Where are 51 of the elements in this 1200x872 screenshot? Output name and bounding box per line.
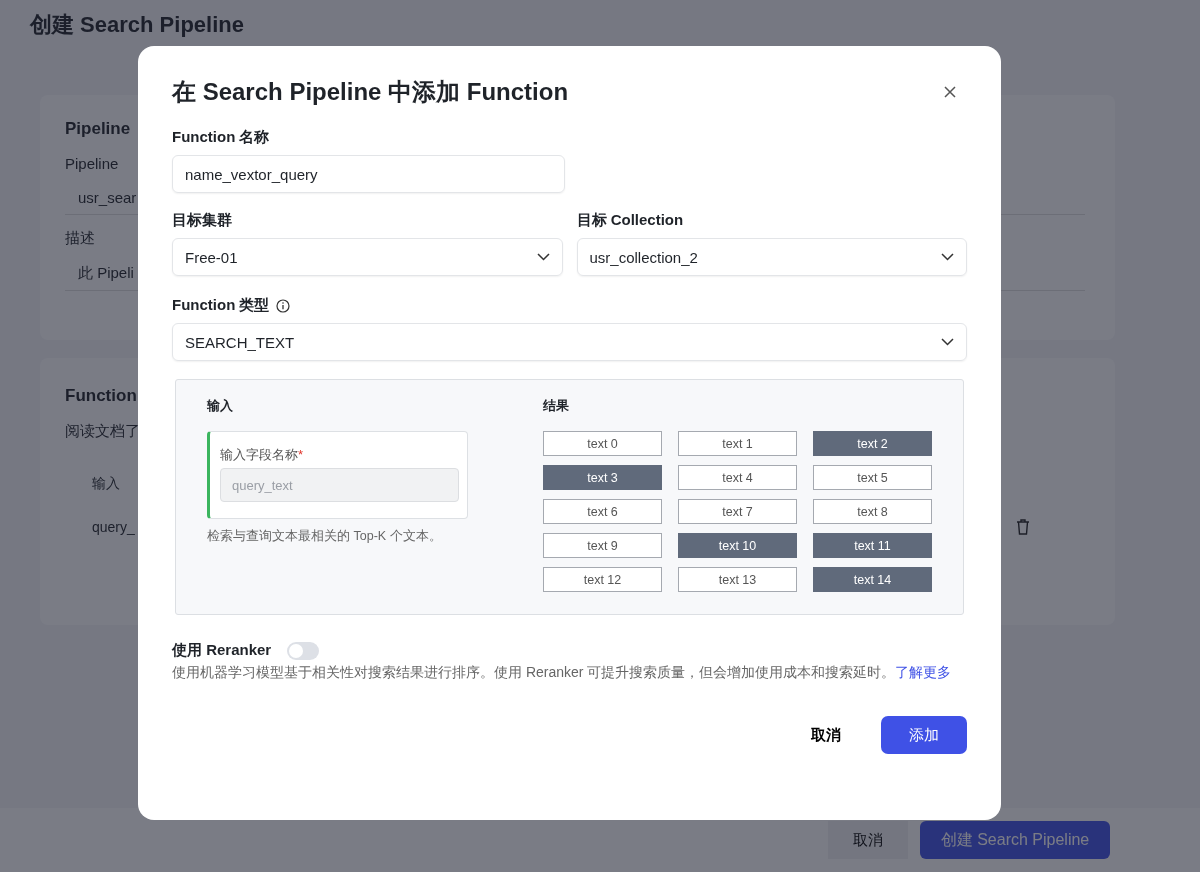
chevron-icon (941, 253, 954, 261)
result-chip[interactable]: text 11 (813, 533, 932, 558)
name-field[interactable]: name_vextor_query (172, 155, 565, 193)
result-chip[interactable]: text 7 (678, 499, 797, 524)
table-cell: query_ (92, 519, 135, 535)
reranker-label: 使用 Reranker (172, 641, 272, 660)
input-field[interactable]: query_text (220, 468, 459, 502)
delete-icon[interactable] (1016, 519, 1030, 535)
field-label: Pipeline (65, 155, 119, 172)
result-chip[interactable]: text 12 (543, 567, 662, 592)
result-chip[interactable]: text 1 (678, 431, 797, 456)
field-label: 目标 Collection (576, 211, 685, 230)
panel-title: 结果 (543, 397, 570, 415)
result-chip[interactable]: text 0 (543, 431, 662, 456)
dialog-title: 在 Search Pipeline 中添加 Function (172, 77, 569, 107)
hint-text: 检索与查询文本最相关的 Top-K 个文本。 (207, 528, 443, 545)
section-title: Function (65, 386, 137, 406)
result-chip[interactable]: text 14 (813, 567, 932, 592)
result-chip[interactable]: text 3 (543, 465, 662, 490)
section-title: Pipeline (65, 119, 131, 139)
result-chip[interactable]: text 13 (678, 567, 797, 592)
column-header: 输入 (92, 475, 120, 491)
chevron-icon (941, 338, 954, 346)
cancel-button[interactable]: 取消 (828, 821, 908, 859)
page-title: 创建 Search Pipeline (30, 11, 245, 39)
cluster-select[interactable]: Free-01 (172, 238, 563, 276)
result-chip[interactable]: text 9 (543, 533, 662, 558)
field-label: 目标集群 (172, 211, 233, 230)
result-chip[interactable]: text 5 (813, 465, 932, 490)
result-chip[interactable]: text 10 (678, 533, 797, 558)
result-chip[interactable]: text 4 (678, 465, 797, 490)
learn-more-link[interactable]: 了解更多 (895, 664, 952, 680)
result-chip[interactable]: text 6 (543, 499, 662, 524)
chevron-icon (536, 253, 550, 261)
add-button[interactable]: 添加 (881, 716, 967, 754)
field-label: Function 类型 (172, 296, 270, 315)
reranker-toggle[interactable] (287, 641, 320, 660)
cancel-button[interactable]: 取消 (795, 716, 857, 754)
panel-title: 输入 (207, 397, 234, 415)
info-icon[interactable] (275, 298, 290, 313)
field-label: 描述 (65, 229, 95, 248)
result-chip[interactable]: text 2 (813, 431, 932, 456)
close-icon[interactable] (944, 86, 956, 98)
section-description: 阅读文档了 (65, 422, 140, 441)
required-mark: * (298, 447, 304, 462)
reranker-description: 使用机器学习模型基于相关性对搜索结果进行排序。使用 Reranker 可提升搜索质量，但会增加使用成本和搜索延时。了解更多 (172, 664, 953, 682)
collection-select[interactable]: usr_collection_2 (576, 238, 967, 276)
field-label: Function 名称 (172, 128, 271, 147)
type-select[interactable]: SEARCH_TEXT (172, 323, 967, 361)
field-label: 输入字段名称 (220, 447, 298, 462)
result-chip[interactable]: text 8 (813, 499, 932, 524)
